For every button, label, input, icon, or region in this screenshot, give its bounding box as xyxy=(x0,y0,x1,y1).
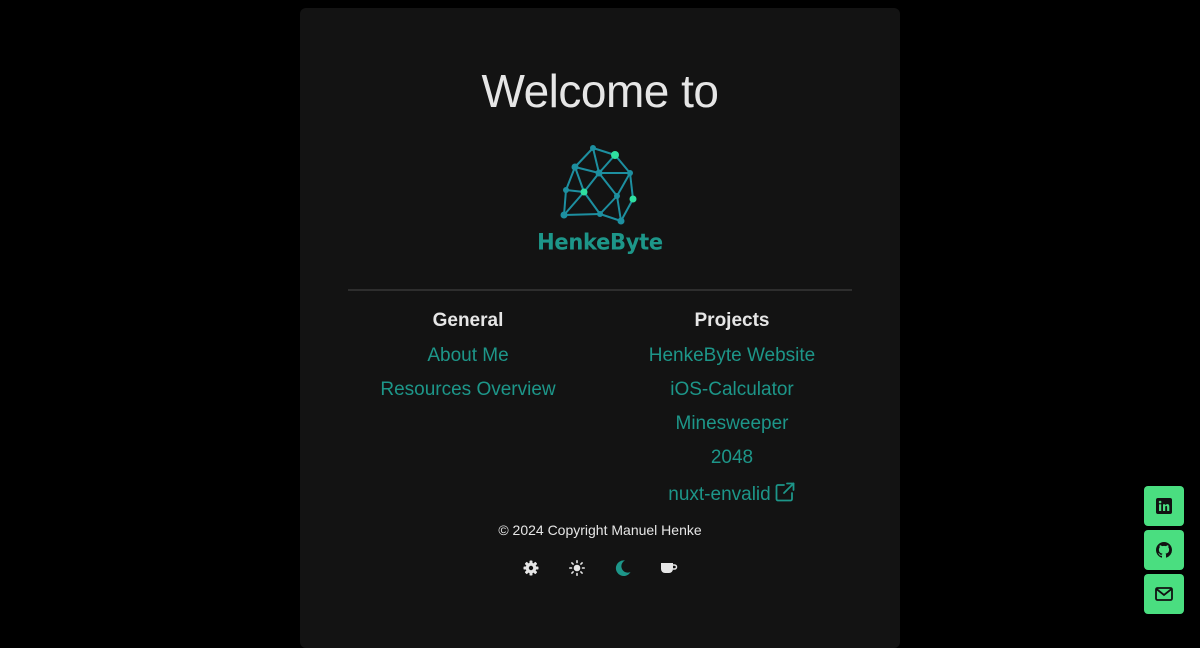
email-button[interactable] xyxy=(1144,574,1184,614)
link-nuxt-envalid-label: nuxt-envalid xyxy=(668,484,771,505)
link-ios-calculator[interactable]: iOS-Calculator xyxy=(602,373,862,407)
general-heading: General xyxy=(432,310,504,331)
coffee-cup-icon xyxy=(661,563,678,573)
link-about-me[interactable]: About Me xyxy=(338,339,598,373)
theme-light-button[interactable] xyxy=(567,556,587,580)
sun-icon xyxy=(569,560,585,576)
github-button[interactable] xyxy=(1144,530,1184,570)
general-section: General About Me Resources Overview xyxy=(338,308,598,407)
external-link-icon xyxy=(775,482,795,502)
theme-switcher xyxy=(300,556,900,580)
link-henkebyte-website[interactable]: HenkeByte Website xyxy=(602,339,862,373)
projects-heading: Projects xyxy=(694,310,770,331)
link-2048[interactable]: 2048 xyxy=(602,441,862,475)
linkedin-button[interactable] xyxy=(1144,486,1184,526)
divider xyxy=(348,289,852,291)
theme-system-button[interactable] xyxy=(521,556,541,580)
copyright: © 2024 Copyright Manuel Henke xyxy=(498,522,702,538)
theme-sepia-button[interactable] xyxy=(659,556,679,580)
main-card: Welcome to HenkeByte General About Me Re… xyxy=(300,8,900,648)
projects-section: Projects HenkeByte Website iOS-Calculato… xyxy=(602,308,862,515)
link-minesweeper[interactable]: Minesweeper xyxy=(602,407,862,441)
logo-text: HenkeByte xyxy=(537,229,663,255)
network-graph-icon xyxy=(560,145,637,225)
gear-icon xyxy=(523,560,539,576)
moon-icon xyxy=(615,560,631,576)
linkedin-icon xyxy=(1156,498,1172,514)
henkebyte-logo[interactable]: HenkeByte xyxy=(536,142,664,266)
mail-icon xyxy=(1155,587,1173,601)
link-resources-overview[interactable]: Resources Overview xyxy=(338,373,598,407)
link-nuxt-envalid[interactable]: nuxt-envalid xyxy=(668,475,795,515)
github-icon xyxy=(1156,542,1172,558)
welcome-heading: Welcome to xyxy=(481,65,719,117)
theme-dark-button[interactable] xyxy=(613,556,633,580)
